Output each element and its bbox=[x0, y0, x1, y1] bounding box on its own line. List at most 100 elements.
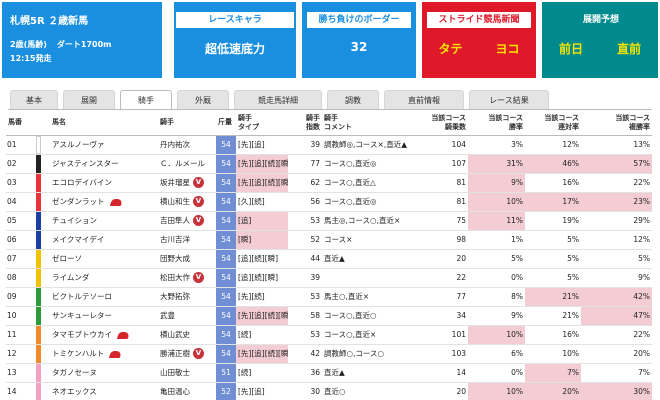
jockey-name[interactable]: 古川吉洋 bbox=[158, 230, 216, 250]
stride-yoko-link[interactable]: ヨコ bbox=[495, 40, 519, 57]
course-place-rate-text: 19% bbox=[562, 216, 579, 225]
horse-name-text: チュイション bbox=[52, 216, 97, 225]
frame-swatch bbox=[36, 154, 41, 172]
table-row[interactable]: 12 トミケンハルト 勝浦正樹 V 54 [先][追][続][瞬] 42 調教師○,コース○ 1… bbox=[6, 344, 652, 364]
stride-tate-link[interactable]: タテ bbox=[438, 40, 462, 57]
jockey-index-text: 30 bbox=[310, 387, 320, 396]
horse-name[interactable]: チュイション bbox=[50, 211, 158, 231]
jockey-comment: コース○,直近◎ bbox=[322, 154, 428, 174]
jockey-name[interactable]: 山田敬士 bbox=[158, 363, 216, 383]
course-place-rate-text: 20% bbox=[562, 387, 579, 396]
course-place-rate: 17% bbox=[525, 192, 581, 212]
course-rides-text: 14 bbox=[456, 368, 466, 377]
table-row[interactable]: 02 ジャスティンスター Ｃ．ルメール 54 [先][追][続][瞬] 77 コース○,直近… bbox=[6, 154, 652, 174]
course-win-rate-text: 10% bbox=[506, 330, 523, 339]
table-row[interactable]: 13 タガノセーヌ 山田敬士 51 [続] 36 直近▲ 14 0% 7% 7% bbox=[6, 363, 652, 383]
course-rides-text: 20 bbox=[456, 254, 466, 263]
table-row[interactable]: 08 ライムンダ 松田大作 V 54 [追][続][瞬] 39 22 0% 5% 9% bbox=[6, 268, 652, 288]
tab-horse-detail[interactable]: 競走馬詳細 bbox=[234, 90, 322, 110]
horse-name[interactable]: サンキューレター bbox=[50, 306, 158, 326]
horse-number: 03 bbox=[6, 173, 36, 193]
jockey-name[interactable]: 横山和生 V bbox=[158, 192, 216, 212]
course-place-rate: 21% bbox=[525, 287, 581, 307]
horse-name[interactable]: タガノセーヌ bbox=[50, 363, 158, 383]
jockey-type-text: [久][続] bbox=[238, 197, 265, 206]
frame-color bbox=[36, 268, 50, 288]
tab-latest-info[interactable]: 直前情報 bbox=[384, 90, 464, 110]
jockey-name[interactable]: 丹内祐次 bbox=[158, 135, 216, 155]
course-win-rate: 6% bbox=[468, 344, 525, 364]
tab-jockey[interactable]: 騎手 bbox=[120, 90, 172, 110]
frame-color bbox=[36, 287, 50, 307]
race-character-card: レースキャラ 超低速底力 bbox=[174, 2, 296, 78]
course-rides: 104 bbox=[428, 135, 468, 155]
course-rides-text: 81 bbox=[456, 197, 466, 206]
frame-swatch bbox=[36, 192, 41, 210]
col-horse-name-header: 馬名 bbox=[50, 111, 158, 136]
carried-weight: 54 bbox=[216, 135, 236, 155]
tab-divider bbox=[8, 109, 652, 110]
table-row[interactable]: 04 ゼンダンラット 横山和生 V 54 [久][続] 56 コース○,直近◎ 81 10% 17%… bbox=[6, 192, 652, 212]
course-show-rate: 12% bbox=[581, 230, 652, 250]
horse-name-text: ライムンダ bbox=[52, 273, 90, 282]
horse-name[interactable]: タマモブトウカイ bbox=[50, 325, 158, 345]
course-place-rate-text: 5% bbox=[567, 273, 579, 282]
horse-name[interactable]: トミケンハルト bbox=[50, 344, 158, 364]
horse-name[interactable]: ゼローソ bbox=[50, 249, 158, 269]
jockey-name-text: 武豊 bbox=[160, 311, 175, 320]
jockey-type-text: [先][追][続][瞬] bbox=[238, 159, 288, 168]
table-row[interactable]: 05 チュイション 吉田隼人 V 54 [追] 53 馬主◎,コース○,直近× 75 11% 19%… bbox=[6, 211, 652, 231]
course-show-rate: 47% bbox=[581, 306, 652, 326]
tab-development[interactable]: 展開 bbox=[63, 90, 115, 110]
frame-color bbox=[36, 154, 50, 174]
table-row[interactable]: 06 メイクマイデイ 古川吉洋 54 [瞬] 52 コース× 98 1% 5% 12% bbox=[6, 230, 652, 250]
jockey-comment: コース○,直近△ bbox=[322, 173, 428, 193]
tab-basic[interactable]: 基本 bbox=[10, 90, 58, 110]
horse-name[interactable]: ジャスティンスター bbox=[50, 154, 158, 174]
jockey-name[interactable]: 亀田温心 bbox=[158, 382, 216, 400]
table-header-row: 馬番 馬名 騎手 斤量 騎手 タイプ 騎手 指数 騎手 コメント 当該コース 騎乗数 当該コース… bbox=[6, 111, 652, 136]
horse-name[interactable]: ゼンダンラット bbox=[50, 192, 158, 212]
table-row[interactable]: 11 タマモブトウカイ 横山武史 54 [続] 53 コース○,直近× 101 10% 16% 22… bbox=[6, 325, 652, 345]
jockey-name[interactable]: 吉田隼人 V bbox=[158, 211, 216, 231]
table-row[interactable]: 09 ビクトルテソーロ 大野拓弥 54 [先][続] 53 馬主○,直近× 77 8% 21% 42… bbox=[6, 287, 652, 307]
course-place-rate-text: 21% bbox=[562, 311, 579, 320]
horse-name[interactable]: ネオエックス bbox=[50, 382, 158, 400]
horse-name[interactable]: ビクトルテソーロ bbox=[50, 287, 158, 307]
horse-name[interactable]: アスルノーヴァ bbox=[50, 135, 158, 155]
table-row[interactable]: 14 ネオエックス 亀田温心 52 [先][追] 30 直近○ 20 10% 20% 30% bbox=[6, 382, 652, 400]
tab-training[interactable]: 調教 bbox=[327, 90, 379, 110]
course-rides: 20 bbox=[428, 249, 468, 269]
jockey-name-text: 古川吉洋 bbox=[160, 235, 190, 244]
tab-race-result[interactable]: レース結果 bbox=[469, 90, 549, 110]
jockey-name[interactable]: 団野大成 bbox=[158, 249, 216, 269]
frame-color bbox=[36, 173, 50, 193]
jockey-name[interactable]: 大野拓弥 bbox=[158, 287, 216, 307]
table-row[interactable]: 03 エコロデイバイン 坂井瑠星 V 54 [先][追][続][瞬] 62 コース○,直近△ 8… bbox=[6, 173, 652, 193]
table-row[interactable]: 07 ゼローソ 団野大成 54 [追][続][瞬] 44 直近▲ 20 5% 5% 5% bbox=[6, 249, 652, 269]
stride-card: ストライド競馬新聞 タテ ヨコ bbox=[422, 2, 536, 78]
table-row[interactable]: 10 サンキューレター 武豊 54 [先][追][続][瞬] 58 コース○,直近○ 34 9%… bbox=[6, 306, 652, 326]
frame-swatch bbox=[36, 382, 41, 400]
forecast-day-before-link[interactable]: 前日 bbox=[559, 40, 583, 57]
jockey-name[interactable]: 勝浦正樹 V bbox=[158, 344, 216, 364]
jockey-name[interactable]: 横山武史 bbox=[158, 325, 216, 345]
jockey-index: 77 bbox=[288, 154, 322, 174]
horse-number-text: 11 bbox=[7, 330, 17, 339]
jockey-name[interactable]: Ｃ．ルメール bbox=[158, 154, 216, 174]
course-rides: 81 bbox=[428, 173, 468, 193]
jockey-comment: 直近○ bbox=[322, 382, 428, 400]
tab-stable[interactable]: 外厩 bbox=[177, 90, 229, 110]
jockey-name[interactable]: 武豊 bbox=[158, 306, 216, 326]
jockey-name[interactable]: 坂井瑠星 V bbox=[158, 173, 216, 193]
horse-name[interactable]: メイクマイデイ bbox=[50, 230, 158, 250]
jockey-type: [追][続][瞬] bbox=[236, 268, 288, 288]
horse-name[interactable]: エコロデイバイン bbox=[50, 173, 158, 193]
jockey-name[interactable]: 松田大作 V bbox=[158, 268, 216, 288]
forecast-label: 展開予想 bbox=[582, 15, 619, 25]
horse-name[interactable]: ライムンダ bbox=[50, 268, 158, 288]
forecast-latest-link[interactable]: 直前 bbox=[617, 40, 641, 57]
course-win-rate: 8% bbox=[468, 287, 525, 307]
table-row[interactable]: 01 アスルノーヴァ 丹内祐次 54 [先][追] 39 調教師◎,コース×,直近▲ 104 3… bbox=[6, 135, 652, 155]
carried-weight-text: 54 bbox=[221, 235, 231, 244]
